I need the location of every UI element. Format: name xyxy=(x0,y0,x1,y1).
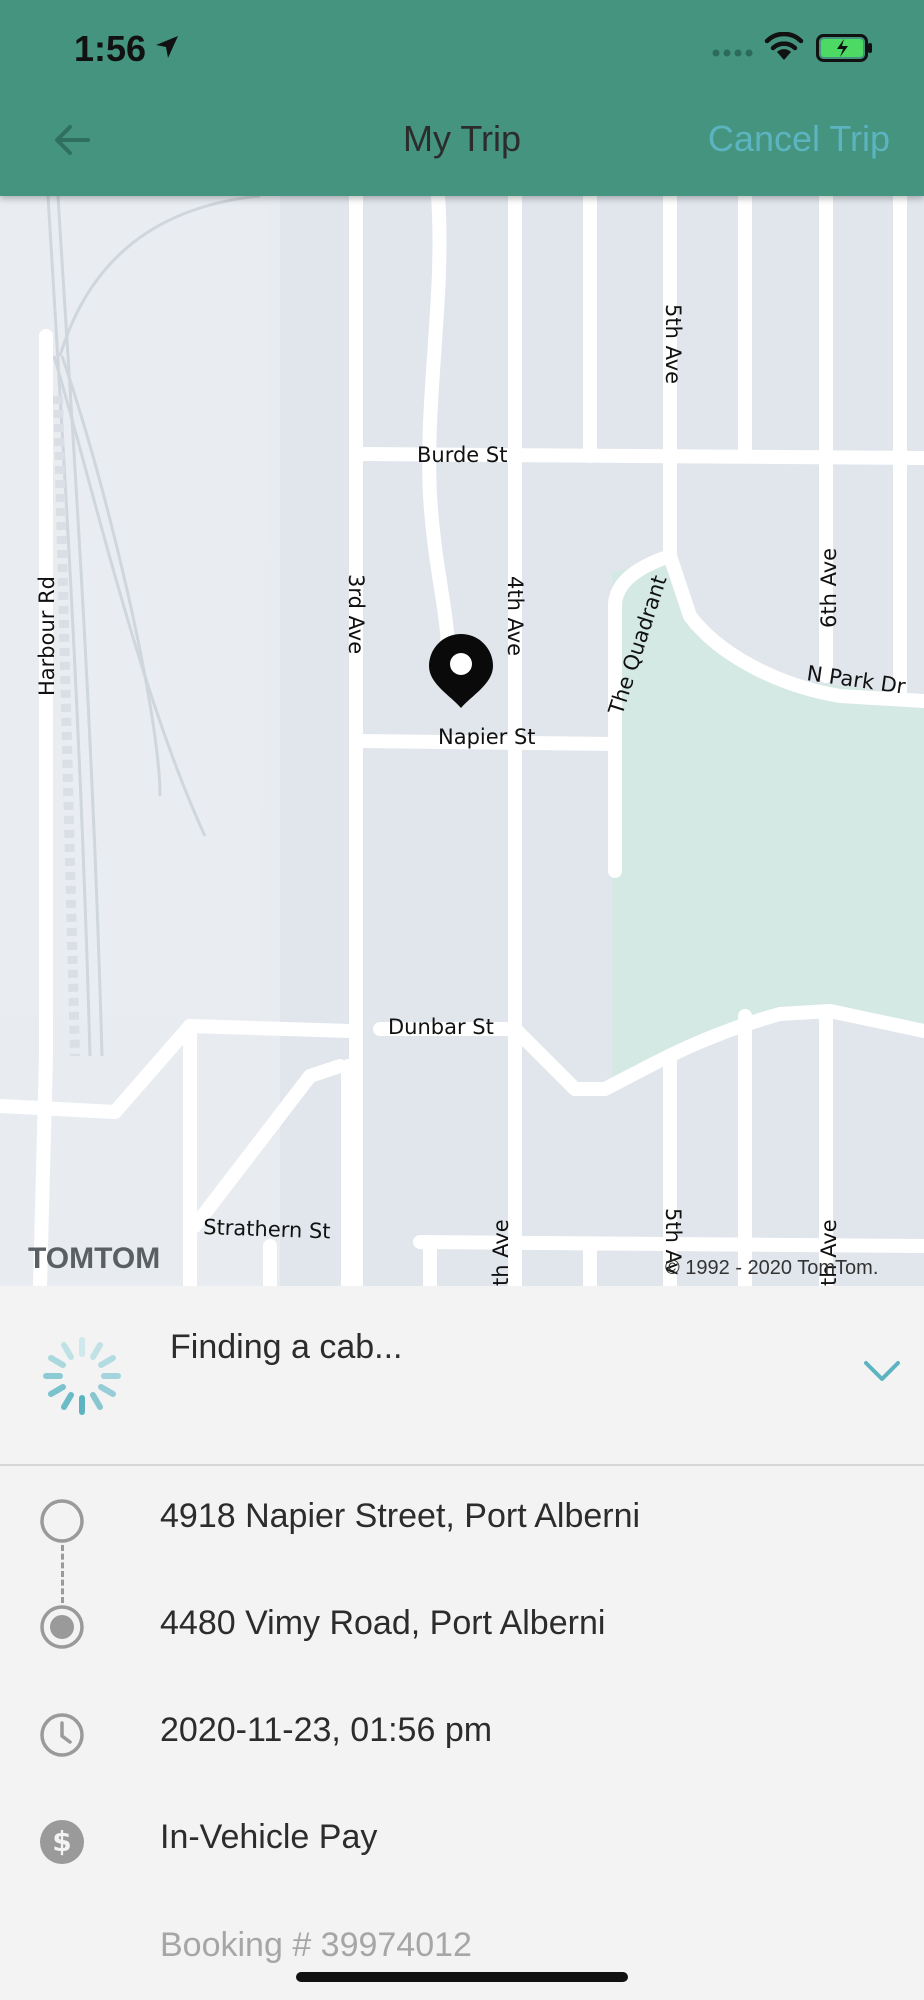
dollar-icon: $ xyxy=(40,1820,84,1864)
map-canvas: Burde St 5th Ave Harbour Rd 3rd Ave 4th … xyxy=(0,196,924,1286)
map-view[interactable]: Burde St 5th Ave Harbour Rd 3rd Ave 4th … xyxy=(0,196,924,1286)
clock-icon xyxy=(40,1713,84,1757)
map-copyright: © 1992 - 2020 TomTom. xyxy=(665,1257,878,1279)
pickup-datetime: 2020-11-23, 01:56 pm xyxy=(160,1711,493,1749)
panel-divider xyxy=(0,1464,924,1466)
dropoff-address[interactable]: 4480 Vimy Road, Port Alberni xyxy=(160,1604,605,1643)
route-connector xyxy=(61,1545,64,1603)
home-indicator xyxy=(296,1972,628,1982)
street-label-burde: Burde St xyxy=(417,443,507,467)
tomtom-logo: TOMTOM xyxy=(28,1242,160,1275)
cancel-trip-button[interactable]: Cancel Trip xyxy=(708,118,890,160)
street-label-dunbar: Dunbar St xyxy=(388,1015,494,1039)
trip-status-text: Finding a cab... xyxy=(170,1328,403,1366)
top-bar: 1:56 My Trip Cancel Trip xyxy=(0,0,924,196)
wifi-icon xyxy=(764,32,804,60)
pickup-address[interactable]: 4918 Napier Street, Port Alberni xyxy=(160,1497,640,1536)
booking-number: Booking # 39974012 xyxy=(160,1926,472,1964)
street-label-4th-ave-bottom: th Ave xyxy=(489,1219,513,1286)
street-label-3rd-ave: 3rd Ave xyxy=(344,574,368,654)
dropoff-circle-icon xyxy=(40,1605,84,1649)
street-label-napier: Napier St xyxy=(438,725,536,749)
street-label-6th-ave: 6th Ave xyxy=(817,548,841,628)
map-pin-icon xyxy=(429,634,493,708)
signal-icon xyxy=(712,49,753,57)
street-label-5th-ave: 5th Ave xyxy=(661,304,685,384)
chevron-down-icon[interactable] xyxy=(862,1358,902,1384)
svg-text:$: $ xyxy=(52,1825,71,1858)
payment-method: In-Vehicle Pay xyxy=(160,1818,378,1856)
spinner-icon xyxy=(43,1337,121,1415)
location-arrow-icon xyxy=(156,36,178,58)
street-label-harbour: Harbour Rd xyxy=(35,576,59,696)
battery-icon xyxy=(816,34,872,62)
street-label-strathern: Strathern St xyxy=(203,1215,331,1243)
street-label-4th-ave: 4th Ave xyxy=(503,576,527,656)
pickup-circle-icon xyxy=(40,1499,84,1543)
status-time: 1:56 xyxy=(74,28,147,69)
trip-details-panel xyxy=(0,1286,924,2000)
